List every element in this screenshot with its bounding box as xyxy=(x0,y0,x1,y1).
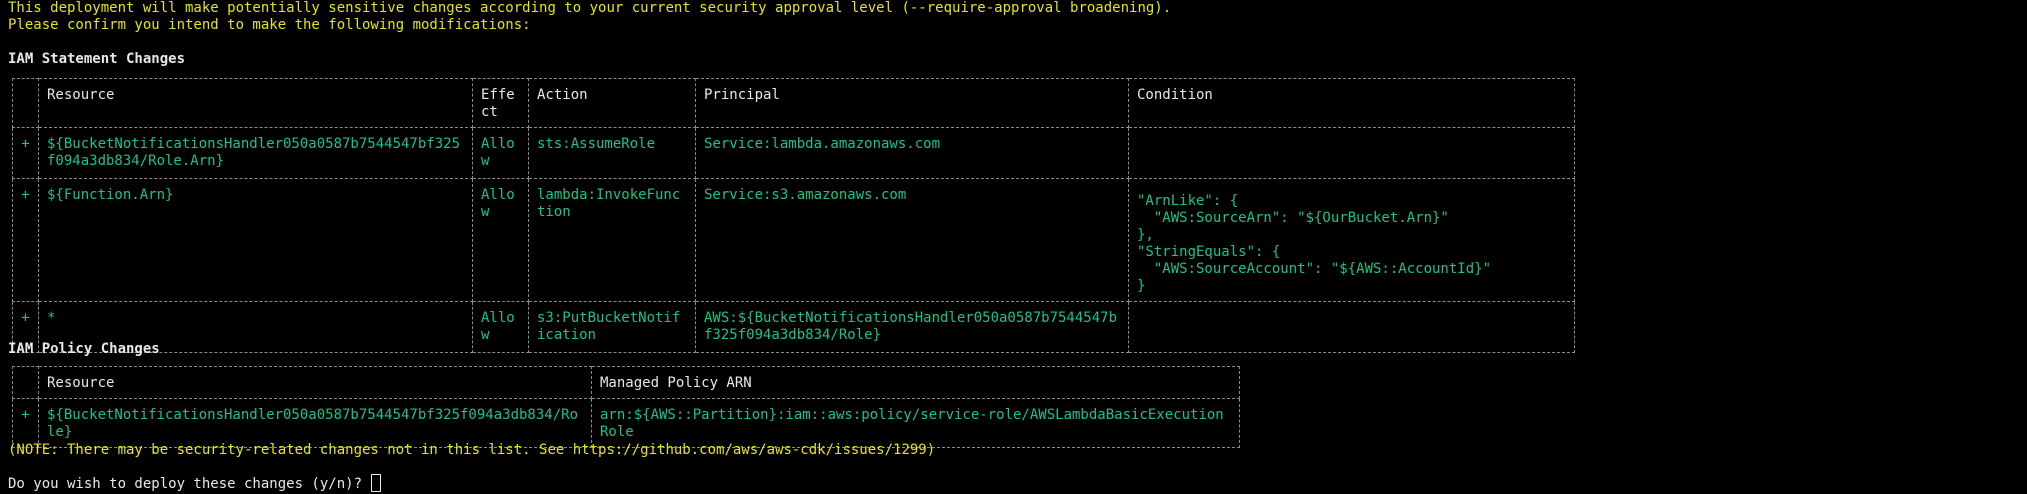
row-resource: ${BucketNotificationsHandler050a0587b754… xyxy=(38,398,592,448)
row-resource: ${Function.Arn} xyxy=(38,178,473,302)
warning-line-1: This deployment will make potentially se… xyxy=(8,0,1172,16)
column-header-condition: Condition xyxy=(1128,78,1575,128)
row-resource: ${BucketNotificationsHandler050a0587b754… xyxy=(38,127,473,179)
column-header-sign xyxy=(12,78,39,128)
row-effect: Allow xyxy=(472,178,529,302)
table-row: + ${BucketNotificationsHandler050a0587b7… xyxy=(12,127,1575,179)
row-sign: + xyxy=(12,398,39,448)
row-action: lambda:InvokeFunction xyxy=(528,178,696,302)
column-header-resource: Resource xyxy=(38,78,473,128)
row-sign: + xyxy=(12,127,39,179)
column-header-principal: Principal xyxy=(695,78,1129,128)
row-action: s3:PutBucketNotification xyxy=(528,301,696,353)
row-effect: Allow xyxy=(472,301,529,353)
row-principal: Service:s3.amazonaws.com xyxy=(695,178,1129,302)
table-row: + ${Function.Arn} Allow lambda:InvokeFun… xyxy=(12,178,1575,302)
warning-line-2: Please confirm you intend to make the fo… xyxy=(8,17,531,33)
row-principal: AWS:${BucketNotificationsHandler050a0587… xyxy=(695,301,1129,353)
iam-policy-changes-title: IAM Policy Changes xyxy=(8,341,160,357)
table-header-row: Resource Effect Action Principal Conditi… xyxy=(12,78,1575,128)
column-header-action: Action xyxy=(528,78,696,128)
row-effect: Allow xyxy=(472,127,529,179)
terminal: This deployment will make potentially se… xyxy=(8,0,2027,494)
iam-policy-table: Resource Managed Policy ARN + ${BucketNo… xyxy=(12,366,1240,448)
iam-statement-table: Resource Effect Action Principal Conditi… xyxy=(12,78,1575,353)
row-condition xyxy=(1128,127,1575,179)
column-header-resource: Resource xyxy=(38,366,592,399)
column-header-sign xyxy=(12,366,39,399)
row-condition: "ArnLike": { "AWS:SourceArn": "${OurBuck… xyxy=(1128,178,1575,302)
confirm-prompt: Do you wish to deploy these changes (y/n… xyxy=(8,474,382,493)
row-condition xyxy=(1128,301,1575,353)
table-row: + * Allow s3:PutBucketNotification AWS:$… xyxy=(12,301,1575,353)
terminal-cursor[interactable] xyxy=(371,474,382,492)
iam-statement-changes-title: IAM Statement Changes xyxy=(8,51,186,67)
table-row: + ${BucketNotificationsHandler050a0587b7… xyxy=(12,398,1240,448)
column-header-managed-policy-arn: Managed Policy ARN xyxy=(591,366,1240,399)
column-header-effect: Effect xyxy=(472,78,529,128)
table-header-row: Resource Managed Policy ARN xyxy=(12,366,1240,399)
row-action: sts:AssumeRole xyxy=(528,127,696,179)
row-principal: Service:lambda.amazonaws.com xyxy=(695,127,1129,179)
security-note: (NOTE: There may be security-related cha… xyxy=(8,442,936,458)
row-managed-policy-arn: arn:${AWS::Partition}:iam::aws:policy/se… xyxy=(591,398,1240,448)
row-sign: + xyxy=(12,178,39,302)
prompt-text: Do you wish to deploy these changes (y/n… xyxy=(8,476,371,492)
